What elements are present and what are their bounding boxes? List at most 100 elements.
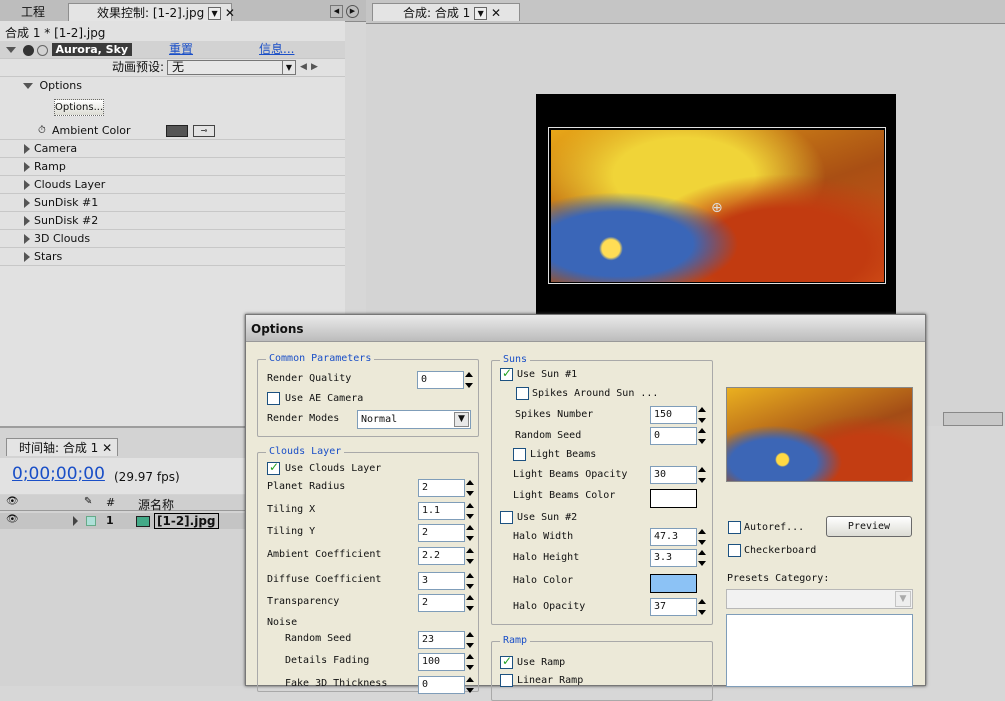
halo-width-input[interactable]: 47.3: [650, 528, 697, 546]
param-input[interactable]: 3: [418, 572, 465, 590]
tab-timeline[interactable]: 时间轴: 合成 1 ✕: [6, 438, 118, 456]
tab-composition[interactable]: 合成: 合成 1 ▼ ✕: [372, 3, 520, 21]
tab-effect-controls[interactable]: 效果控制: [1-2].jpg ▼ ✕: [68, 3, 235, 21]
preview-button[interactable]: Preview: [826, 516, 912, 537]
table-row[interactable]: 👁 1 [1-2].jpg: [0, 513, 245, 529]
use-ramp-checkbox[interactable]: [500, 654, 513, 669]
chevron-down-icon[interactable]: ▼: [454, 412, 469, 427]
chevron-down-icon[interactable]: ▼: [895, 591, 911, 607]
effect-group-row[interactable]: Camera: [0, 140, 345, 158]
use-sun2-checkbox[interactable]: [500, 511, 513, 524]
close-icon[interactable]: ✕: [102, 441, 112, 455]
effect-name[interactable]: Aurora, Sky: [51, 43, 133, 56]
eye-icon[interactable]: 👁: [6, 514, 19, 525]
random-seed-input[interactable]: 0: [650, 427, 697, 445]
param-input[interactable]: 2: [418, 524, 465, 542]
anchor-point-icon[interactable]: ⊕: [711, 200, 723, 216]
layer-name[interactable]: [1-2].jpg: [154, 513, 219, 529]
spin-icon[interactable]: [697, 466, 707, 484]
checkerboard-checkbox[interactable]: [728, 544, 741, 557]
collapse-icon[interactable]: [23, 83, 33, 89]
next-preset-icon[interactable]: ▶: [311, 59, 318, 76]
ambient-color-swatch[interactable]: [166, 125, 188, 137]
spin-icon[interactable]: [465, 572, 475, 590]
param-input[interactable]: 2: [418, 479, 465, 497]
close-icon[interactable]: ✕: [491, 6, 501, 20]
spin-icon[interactable]: [465, 502, 475, 520]
spin-icon[interactable]: [697, 528, 707, 546]
chevron-down-icon[interactable]: ▼: [208, 7, 222, 20]
stopwatch-icon[interactable]: ⏱: [38, 122, 46, 139]
halo-opacity-input[interactable]: 37: [650, 598, 697, 616]
autoref-checkbox[interactable]: [728, 521, 741, 534]
about-link[interactable]: 信息...: [259, 41, 294, 58]
render-modes-select[interactable]: Normal ▼: [357, 410, 471, 429]
param-input[interactable]: 0: [418, 676, 465, 694]
spin-icon[interactable]: [465, 631, 475, 649]
spikes-around-sun-checkbox[interactable]: [516, 387, 529, 400]
effect-group-row[interactable]: SunDisk #2: [0, 212, 345, 230]
expand-icon[interactable]: [73, 516, 78, 526]
reset-link[interactable]: 重置: [169, 41, 193, 58]
options-row[interactable]: Options: [0, 77, 345, 95]
halo-color-swatch[interactable]: [650, 574, 697, 593]
spin-icon[interactable]: [697, 406, 707, 424]
chevron-down-icon[interactable]: ▼: [282, 61, 295, 74]
panel-menu-icon[interactable]: ◀: [330, 5, 343, 18]
effect-group-row[interactable]: 3D Clouds: [0, 230, 345, 248]
param-input[interactable]: 1.1: [418, 502, 465, 520]
light-beams-opacity-input[interactable]: 30: [650, 466, 697, 484]
param-input[interactable]: 100: [418, 653, 465, 671]
effect-group-row[interactable]: Stars: [0, 248, 345, 266]
light-beams-color-swatch[interactable]: [650, 489, 697, 508]
timecode[interactable]: 0;00;00;00: [12, 464, 105, 484]
label-color[interactable]: [86, 516, 96, 526]
param-input[interactable]: 2.2: [418, 547, 465, 565]
options-button[interactable]: Options...: [54, 99, 104, 116]
collapse-icon[interactable]: [6, 47, 16, 53]
eyedropper-icon[interactable]: ⊸: [193, 125, 215, 137]
expand-icon[interactable]: [24, 180, 30, 190]
spin-icon[interactable]: [465, 547, 475, 565]
effect-group-row[interactable]: Ramp: [0, 158, 345, 176]
expand-icon[interactable]: [24, 162, 30, 172]
use-sun1-checkbox[interactable]: [500, 366, 513, 381]
presets-list[interactable]: [726, 614, 913, 687]
effect-group-row[interactable]: SunDisk #1: [0, 194, 345, 212]
spin-icon[interactable]: [465, 524, 475, 542]
spin-icon[interactable]: [465, 594, 475, 612]
spin-icon[interactable]: [465, 676, 475, 694]
gear-icon[interactable]: [37, 44, 48, 56]
tab-project[interactable]: 工程: [2, 3, 64, 21]
viewer-controls[interactable]: [943, 412, 1003, 426]
preset-select[interactable]: 无 ▼: [167, 60, 296, 75]
spin-icon[interactable]: [464, 371, 474, 389]
render-quality-input[interactable]: 0: [417, 371, 464, 389]
col-source-name[interactable]: 源名称: [138, 496, 174, 513]
spikes-number-input[interactable]: 150: [650, 406, 697, 424]
linear-ramp-checkbox[interactable]: [500, 674, 513, 687]
prev-preset-icon[interactable]: ◀: [300, 59, 307, 76]
close-icon[interactable]: ✕: [225, 6, 235, 20]
expand-icon[interactable]: [24, 252, 30, 262]
expand-icon[interactable]: [24, 198, 30, 208]
fx-icon[interactable]: [22, 44, 34, 56]
effect-group-row[interactable]: Clouds Layer: [0, 176, 345, 194]
expand-icon[interactable]: [24, 234, 30, 244]
expand-icon[interactable]: [24, 144, 30, 154]
param-input[interactable]: 23: [418, 631, 465, 649]
spin-icon[interactable]: [465, 653, 475, 671]
spin-icon[interactable]: [697, 427, 707, 445]
chevron-down-icon[interactable]: ▼: [474, 7, 488, 20]
panel-expand-icon[interactable]: ▶: [346, 5, 359, 18]
param-input[interactable]: 2: [418, 594, 465, 612]
use-ae-camera-checkbox[interactable]: [267, 392, 280, 405]
light-beams-checkbox[interactable]: [513, 448, 526, 461]
spin-icon[interactable]: [697, 549, 707, 567]
spin-icon[interactable]: [697, 598, 707, 616]
spin-icon[interactable]: [465, 479, 475, 497]
halo-height-input[interactable]: 3.3: [650, 549, 697, 567]
use-clouds-layer-checkbox[interactable]: [267, 460, 280, 475]
expand-icon[interactable]: [24, 216, 30, 226]
presets-category-select[interactable]: ▼: [726, 589, 913, 609]
